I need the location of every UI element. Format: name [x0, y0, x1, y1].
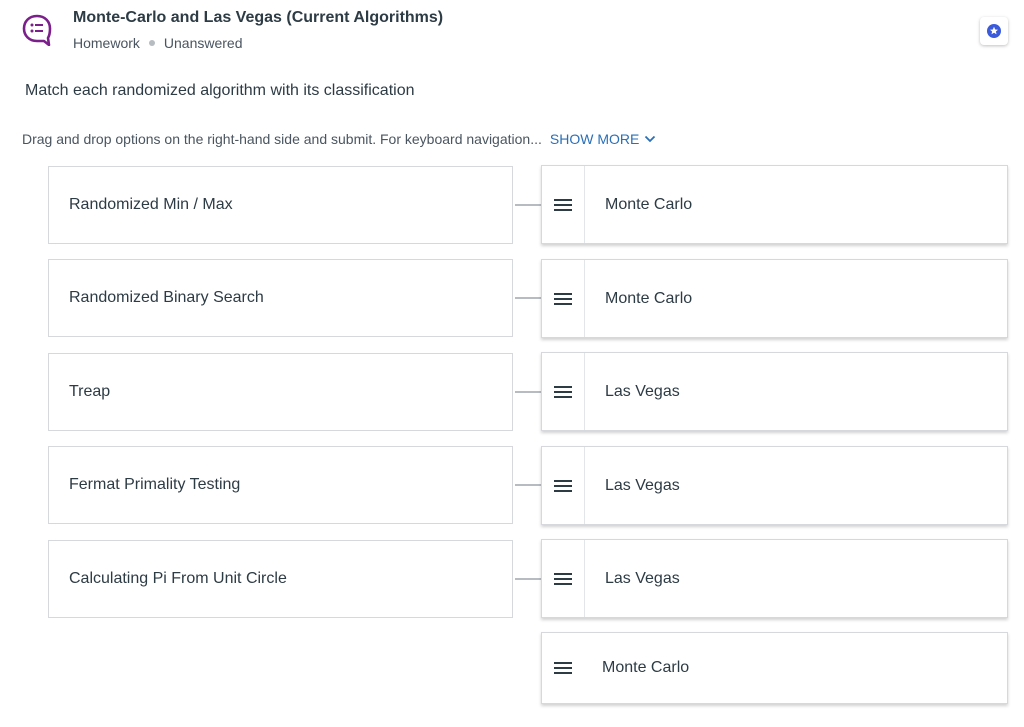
instructions-text: Drag and drop options on the right-hand …: [22, 131, 542, 147]
answer-option-label: Las Vegas: [605, 382, 680, 400]
answer-option[interactable]: Las Vegas: [541, 352, 1008, 431]
answer-option-label: Las Vegas: [605, 476, 680, 494]
question-page: Monte-Carlo and Las Vegas (Current Algor…: [0, 0, 1024, 727]
match-item-label: Randomized Binary Search: [69, 289, 264, 306]
star-badge-icon: [987, 24, 1001, 38]
drag-handle-icon[interactable]: [542, 633, 584, 703]
instructions: Drag and drop options on the right-hand …: [22, 131, 656, 147]
match-item-label: Calculating Pi From Unit Circle: [69, 570, 287, 587]
chevron-down-icon: [645, 135, 656, 143]
question-prompt: Match each randomized algorithm with its…: [25, 82, 415, 99]
match-item: Calculating Pi From Unit Circle: [48, 540, 513, 618]
match-connector: [515, 297, 541, 299]
match-item-label: Treap: [69, 383, 111, 400]
match-connector: [515, 204, 541, 206]
question-meta: Homework Unanswered: [73, 35, 243, 51]
match-item: Randomized Min / Max: [48, 166, 513, 244]
question-title: Monte-Carlo and Las Vegas (Current Algor…: [73, 9, 444, 26]
answer-option-label: Las Vegas: [605, 569, 680, 587]
answer-option-label: Monte Carlo: [605, 195, 693, 213]
question-type: Homework: [73, 35, 140, 51]
match-connector: [515, 578, 541, 580]
match-item: Treap: [48, 353, 513, 431]
match-item: Fermat Primality Testing: [48, 446, 513, 524]
drag-handle-icon[interactable]: [542, 447, 585, 524]
match-item: Randomized Binary Search: [48, 259, 513, 337]
speech-bubble-list-icon: [22, 14, 52, 47]
answer-option[interactable]: Monte Carlo: [541, 165, 1008, 244]
flag-button[interactable]: [980, 17, 1008, 45]
match-item-label: Fermat Primality Testing: [69, 476, 241, 493]
answer-option[interactable]: Monte Carlo: [541, 259, 1008, 338]
drag-handle-icon[interactable]: [542, 353, 585, 430]
drag-handle-icon[interactable]: [542, 166, 585, 243]
drag-handle-icon[interactable]: [542, 260, 585, 337]
separator-dot: [148, 40, 155, 46]
show-more-label: SHOW MORE: [549, 131, 640, 147]
answer-option-label: Monte Carlo: [602, 659, 690, 676]
show-more-link[interactable]: SHOW MORE: [550, 131, 656, 147]
unassigned-answer-option[interactable]: Monte Carlo: [541, 632, 1008, 704]
match-connector: [515, 484, 541, 486]
question-status: Unanswered: [163, 35, 243, 51]
drag-handle-icon[interactable]: [542, 540, 585, 617]
answer-option[interactable]: Las Vegas: [541, 446, 1008, 525]
answer-option-label: Monte Carlo: [605, 289, 693, 307]
match-connector: [515, 391, 541, 393]
answer-option[interactable]: Las Vegas: [541, 539, 1008, 618]
match-item-label: Randomized Min / Max: [69, 196, 233, 213]
